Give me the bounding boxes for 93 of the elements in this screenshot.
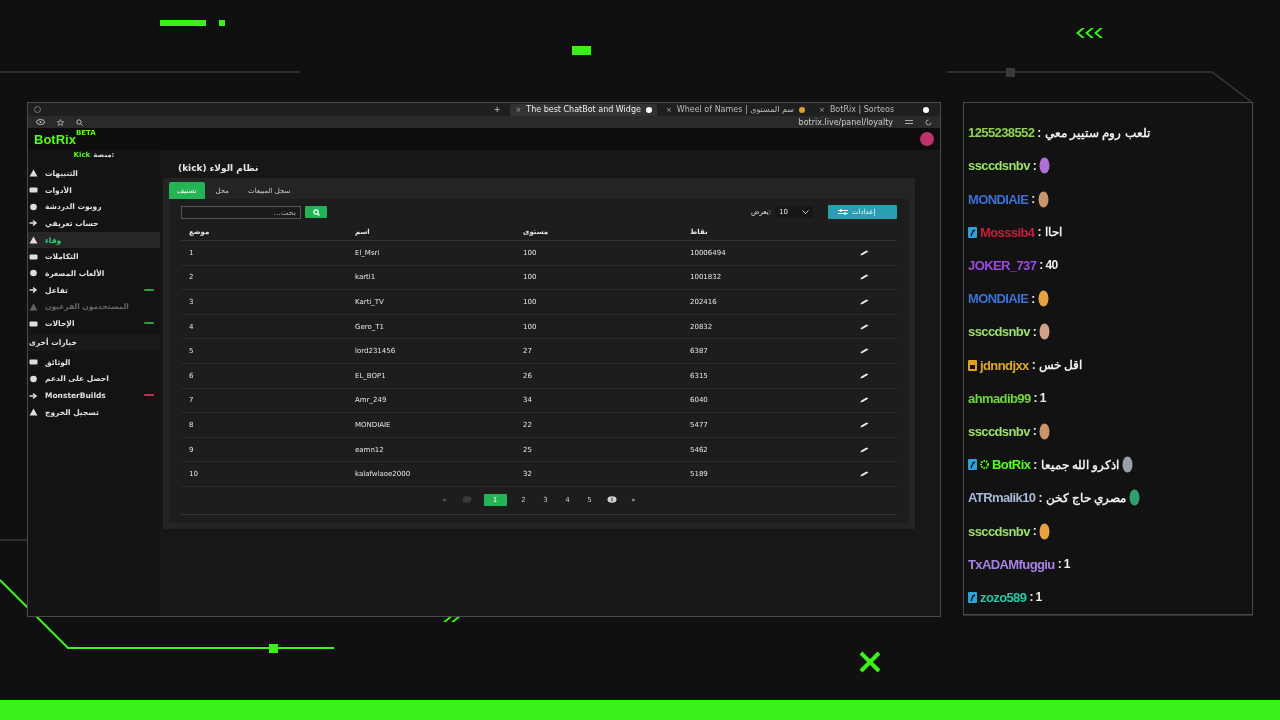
accent-bar xyxy=(160,20,206,26)
cross-icon xyxy=(859,651,881,673)
chat-message: : xyxy=(1032,324,1037,339)
emote-icon xyxy=(1039,522,1051,540)
chat-message: : اذكرو الله جميعا xyxy=(1033,457,1120,472)
pencil-icon[interactable] xyxy=(860,446,869,453)
emote-icon xyxy=(1129,489,1141,507)
card-icon xyxy=(29,252,38,261)
chat-username: ahmadib99 xyxy=(968,390,1031,406)
accent-bar xyxy=(1006,68,1015,77)
pencil-icon[interactable] xyxy=(860,421,869,428)
chat-username: ssccdsnbv xyxy=(968,158,1030,174)
pencil-icon[interactable] xyxy=(860,348,869,355)
emote-icon xyxy=(1037,190,1049,208)
chat-username: 1255238552 xyxy=(968,125,1035,141)
eye-icon[interactable] xyxy=(36,119,45,125)
card-icon xyxy=(29,319,38,328)
accent-bar xyxy=(219,20,225,26)
accent-bar xyxy=(269,644,278,653)
triangle-icon xyxy=(29,236,38,245)
badge-icon xyxy=(968,459,977,471)
gear-icon xyxy=(980,460,989,470)
chat-username: ATRmalik10 xyxy=(968,490,1036,506)
pencil-icon[interactable] xyxy=(860,323,869,330)
emote-icon xyxy=(1039,323,1051,341)
arrow-icon xyxy=(29,391,38,400)
sliders-icon xyxy=(838,209,848,215)
chat-message: : xyxy=(1031,291,1035,306)
chat-message: : xyxy=(1031,192,1035,206)
chat-username: jdnndjxx xyxy=(980,357,1029,373)
chat-username: JOKER_737 xyxy=(968,257,1037,273)
accent-bar xyxy=(572,46,591,55)
url-field[interactable]: botrix.live/panel/loyalty xyxy=(798,117,893,127)
chat-username: MONDIAIE xyxy=(968,291,1029,307)
chat-message: : 1 xyxy=(1029,590,1042,605)
chat-message: : 1 xyxy=(1057,557,1070,572)
sliders-icon[interactable] xyxy=(905,119,913,125)
favicon-icon xyxy=(799,106,805,113)
arrow-icon xyxy=(29,219,38,228)
badge-icon xyxy=(968,359,977,371)
triangle-icon xyxy=(29,302,38,311)
badge-icon xyxy=(968,226,977,238)
logo: BotRix xyxy=(34,131,76,147)
chat-username: TxADAMfuggiu xyxy=(968,556,1055,572)
chat-message: : مصري حاج كخن xyxy=(1038,490,1127,505)
chat-message: : 40 xyxy=(1039,258,1058,273)
circle-icon xyxy=(29,202,38,211)
chat-message: : xyxy=(1032,524,1037,539)
search-icon[interactable] xyxy=(76,118,83,126)
chat-username: MONDIAIE xyxy=(968,191,1029,207)
star-icon[interactable] xyxy=(57,118,64,126)
pencil-icon[interactable] xyxy=(860,249,869,256)
chat-username: ssccdsnbv xyxy=(968,423,1030,439)
search-icon xyxy=(312,208,320,216)
circle-icon[interactable] xyxy=(34,106,41,113)
emote-icon xyxy=(1039,157,1051,175)
pencil-icon[interactable] xyxy=(860,397,869,404)
chat-username: ssccdsnbv xyxy=(968,324,1030,340)
triangle-icon xyxy=(29,169,38,178)
arrow-icon xyxy=(29,286,38,295)
emote-icon xyxy=(1122,456,1134,474)
pencil-icon[interactable] xyxy=(860,471,869,478)
chat-username: Mosssib4 xyxy=(980,224,1035,240)
badge-icon xyxy=(968,591,977,603)
chat-message: : تلعب روم ستيير معي xyxy=(1037,125,1150,140)
caret-icon xyxy=(802,210,809,214)
chat-message: : 1 xyxy=(1033,391,1046,406)
chat-username: BotRix xyxy=(992,457,1031,473)
emote-icon xyxy=(1037,290,1049,308)
reload-icon[interactable] xyxy=(925,118,932,126)
pencil-icon[interactable] xyxy=(860,299,869,305)
chat-message: : xyxy=(1032,158,1037,173)
circle-icon xyxy=(29,269,38,278)
pencil-icon[interactable] xyxy=(860,274,869,281)
card-icon xyxy=(29,186,38,195)
emote-icon xyxy=(1039,422,1051,440)
chat-username: ssccdsnbv xyxy=(968,523,1030,539)
pencil-icon[interactable] xyxy=(860,372,869,379)
chat-message: : اقل خس xyxy=(1031,358,1083,372)
page-title: نظام الولاء (kick) xyxy=(177,162,260,176)
triangle-icon xyxy=(29,408,38,417)
new-tab-button[interactable]: + xyxy=(487,105,507,114)
avatar-icon[interactable] xyxy=(920,132,934,146)
chevron-icon xyxy=(1076,28,1103,38)
chat-message: : xyxy=(1032,424,1037,439)
search-field[interactable]: بحث... xyxy=(181,205,301,219)
next-page-icon[interactable] xyxy=(606,496,617,504)
card-icon xyxy=(29,358,38,367)
chat-message: : احاا xyxy=(1037,225,1062,240)
favicon-icon xyxy=(923,106,929,113)
circle-icon xyxy=(29,374,38,383)
favicon-icon xyxy=(645,106,652,113)
chat-username: zozo589 xyxy=(980,589,1027,605)
